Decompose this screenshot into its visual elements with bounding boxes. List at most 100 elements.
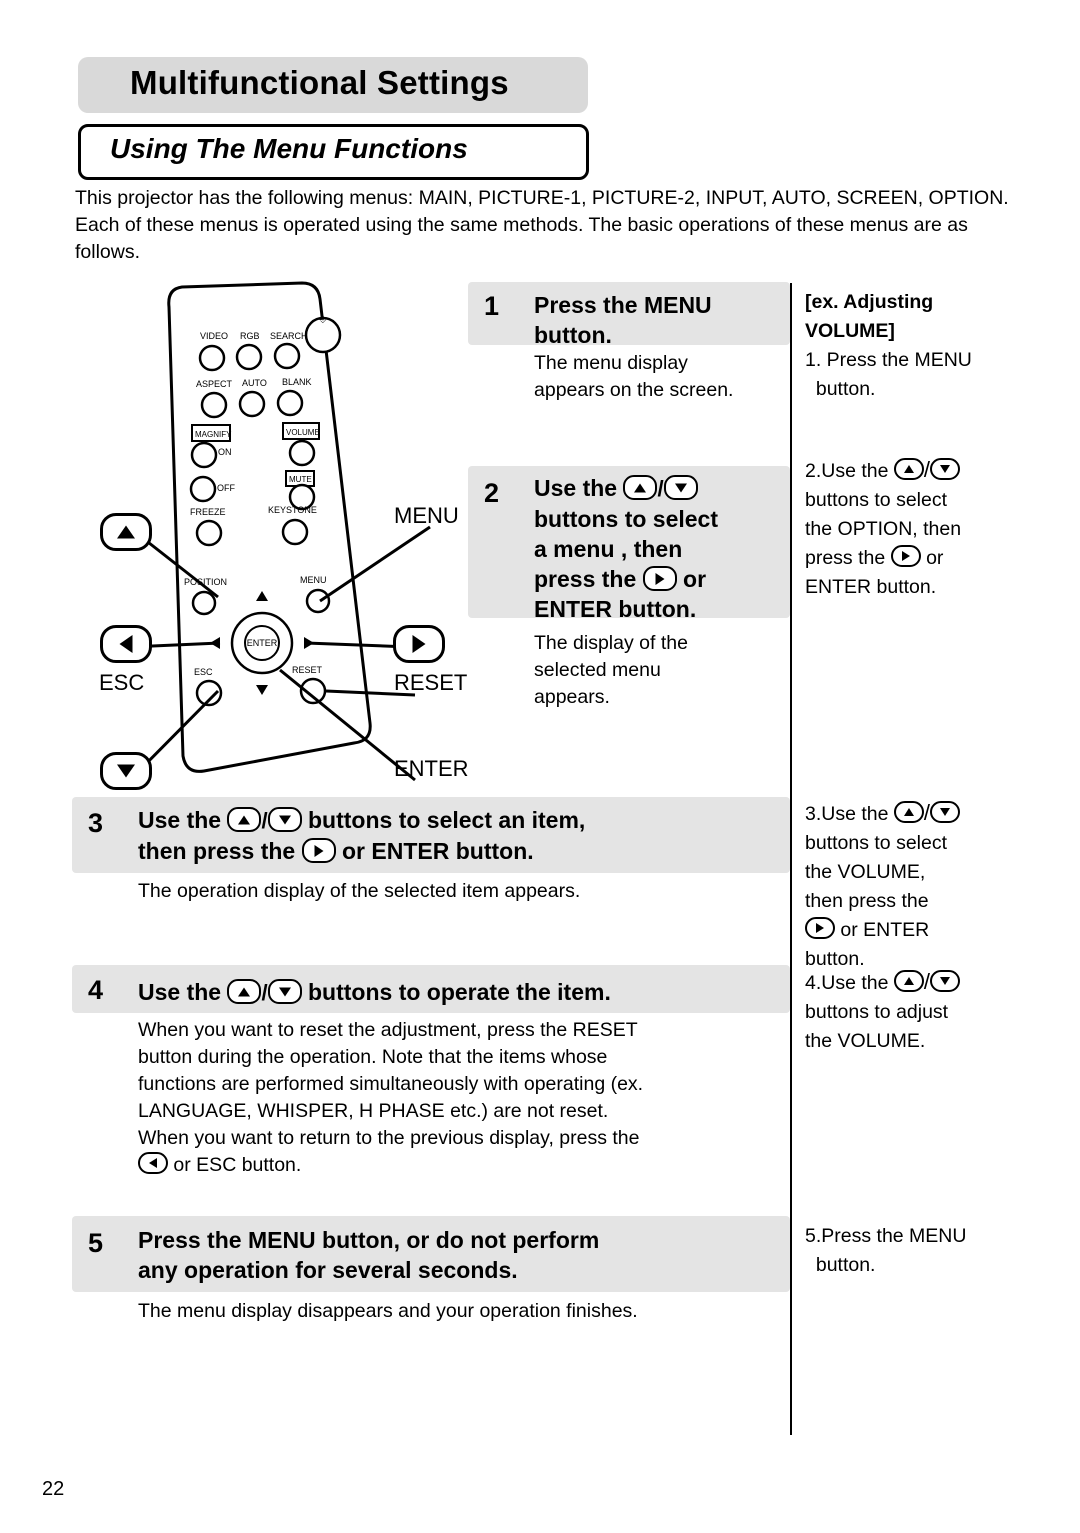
example-item-4-line2: buttons to adjust xyxy=(805,1001,949,1023)
step-4-heading: Use the / buttons to operate the item. xyxy=(138,979,611,1005)
example-item-2-line4a: press the xyxy=(805,547,886,569)
column-divider xyxy=(790,283,792,1435)
up-key-icon xyxy=(893,458,924,480)
step-4-heading-part1: Use the xyxy=(138,979,222,1005)
example-item-2-line4b: or xyxy=(926,547,944,569)
step-4-body-line5: When you want to return to the previous … xyxy=(138,1127,640,1149)
example-item-3-line3: the VOLUME, xyxy=(805,861,926,883)
up-key-icon xyxy=(893,970,924,992)
page-title: Multifunctional Settings xyxy=(130,64,509,101)
down-key-icon xyxy=(267,807,302,832)
example-title: [ex. Adjusting VOLUME] xyxy=(805,288,933,346)
callout-esc-label: ESC xyxy=(99,670,145,695)
step-5-heading-part1: Press the MENU button, or do not perform xyxy=(138,1227,600,1253)
example-item-5: 5.Press the MENU button. xyxy=(805,1222,966,1280)
step-1-body: The menu display appears on the screen. xyxy=(534,350,790,404)
step-4-body: When you want to reset the adjustment, p… xyxy=(138,1017,793,1179)
example-item-1-line2: button. xyxy=(815,378,876,400)
step-2-body-line1: The display of the xyxy=(534,632,688,654)
example-item-4: 4.Use the / buttons to adjust the VOLUME… xyxy=(805,967,961,1056)
step-2-heading-part2: buttons to select xyxy=(534,506,719,532)
step-4-number: 4 xyxy=(88,975,104,1005)
down-key-icon xyxy=(930,458,961,480)
step-2-number: 2 xyxy=(484,478,500,508)
svg-text:KEYSTONE: KEYSTONE xyxy=(268,505,317,515)
step-1-heading: Press the MENU button. xyxy=(534,290,784,350)
step-4-heading-part2: buttons to operate the item. xyxy=(308,979,611,1005)
up-key-icon xyxy=(227,807,262,832)
svg-text:AUTO: AUTO xyxy=(242,378,267,388)
svg-text:⎆: ⎆ xyxy=(319,314,327,324)
example-item-2-prefix: 2.Use the xyxy=(805,460,889,482)
step-3-heading-part2: buttons to select an item, xyxy=(308,807,586,833)
example-title-line2: VOLUME] xyxy=(805,320,895,342)
svg-text:MUTE: MUTE xyxy=(289,475,312,484)
step-3-body: The operation display of the selected it… xyxy=(138,878,788,905)
up-key-icon xyxy=(893,801,924,823)
svg-text:FREEZE: FREEZE xyxy=(190,507,226,517)
example-item-3-prefix: 3.Use the xyxy=(805,803,889,825)
step-4-body-line6: or ESC button. xyxy=(173,1154,302,1176)
step-4-body-line2: button during the operation. Note that t… xyxy=(138,1046,608,1068)
section-title: Using The Menu Functions xyxy=(110,133,468,164)
callout-left-key-icon xyxy=(100,625,152,663)
step-2-heading-part5: or xyxy=(683,566,707,592)
down-key-icon xyxy=(930,801,961,823)
svg-text:ESC: ESC xyxy=(194,667,213,677)
callout-reset-label: RESET xyxy=(394,670,468,695)
step-1-heading-line2: button. xyxy=(534,322,612,348)
callout-down-key-icon xyxy=(100,752,152,790)
callout-enter-label: ENTER xyxy=(394,756,469,781)
example-item-3-line4: then press the xyxy=(805,890,929,912)
step-1-number: 1 xyxy=(484,291,500,321)
svg-text:ASPECT: ASPECT xyxy=(196,379,233,389)
up-key-icon xyxy=(623,475,658,500)
step-3-number: 3 xyxy=(88,808,104,838)
step-2-heading-part1: Use the xyxy=(534,475,618,501)
step-5-heading-part2: any operation for several seconds. xyxy=(138,1257,518,1283)
svg-text:ON: ON xyxy=(218,447,232,457)
example-title-line1: [ex. Adjusting xyxy=(805,291,934,313)
right-key-icon xyxy=(301,838,336,863)
left-key-icon xyxy=(138,1152,168,1174)
intro-paragraph: This projector has the following menus: … xyxy=(75,187,1009,263)
example-item-4-prefix: 4.Use the xyxy=(805,972,889,994)
right-key-icon xyxy=(805,917,835,939)
right-key-icon xyxy=(890,545,921,567)
step-5-number: 5 xyxy=(88,1228,104,1258)
step-5-body-line1: The menu display disappears and your ope… xyxy=(138,1300,638,1322)
example-item-2: 2.Use the / buttons to select the OPTION… xyxy=(805,457,962,598)
example-item-2-line3: the OPTION, then xyxy=(805,518,962,540)
example-item-2-line2: buttons to select xyxy=(805,489,948,511)
step-3-heading-part1: Use the xyxy=(138,807,222,833)
svg-text:MENU: MENU xyxy=(300,575,327,585)
down-key-icon xyxy=(930,970,961,992)
step-1-heading-line1: Press the MENU xyxy=(534,292,712,318)
step-2-heading: Use the / buttons to select a menu , the… xyxy=(534,475,719,622)
page-number: 22 xyxy=(42,1478,65,1500)
example-item-5-line2: button. xyxy=(815,1254,876,1276)
svg-text:VOLUME: VOLUME xyxy=(286,428,320,437)
svg-text:OFF: OFF xyxy=(217,483,235,493)
step-3-heading-part3: then press the xyxy=(138,838,296,864)
svg-text:RESET: RESET xyxy=(292,665,323,675)
step-4-body-line1: When you want to reset the adjustment, p… xyxy=(138,1019,638,1041)
callout-menu-label: MENU xyxy=(394,503,459,528)
down-key-icon xyxy=(267,979,302,1004)
step-1-body-line1: The menu display xyxy=(534,352,688,374)
step-2-body-line3: appears. xyxy=(534,686,610,708)
step-5-heading: Press the MENU button, or do not perform… xyxy=(138,1225,793,1285)
right-key-icon xyxy=(642,566,677,591)
example-item-5-line1: 5.Press the MENU xyxy=(805,1225,967,1247)
example-item-1-line1: 1. Press the MENU xyxy=(805,349,972,371)
svg-text:BLANK: BLANK xyxy=(282,377,312,387)
svg-text:RGB: RGB xyxy=(240,331,260,341)
callout-up-key-icon xyxy=(100,513,152,551)
down-key-icon xyxy=(663,475,698,500)
example-item-3-line2: buttons to select xyxy=(805,832,948,854)
step-2-heading-part3: a menu , then xyxy=(534,536,683,562)
step-2-body: The display of the selected menu appears… xyxy=(534,630,790,711)
step-4-body-line3: functions are performed simultaneously w… xyxy=(138,1073,644,1095)
svg-text:SEARCH: SEARCH xyxy=(270,331,308,341)
svg-text:ENTER: ENTER xyxy=(247,638,278,648)
